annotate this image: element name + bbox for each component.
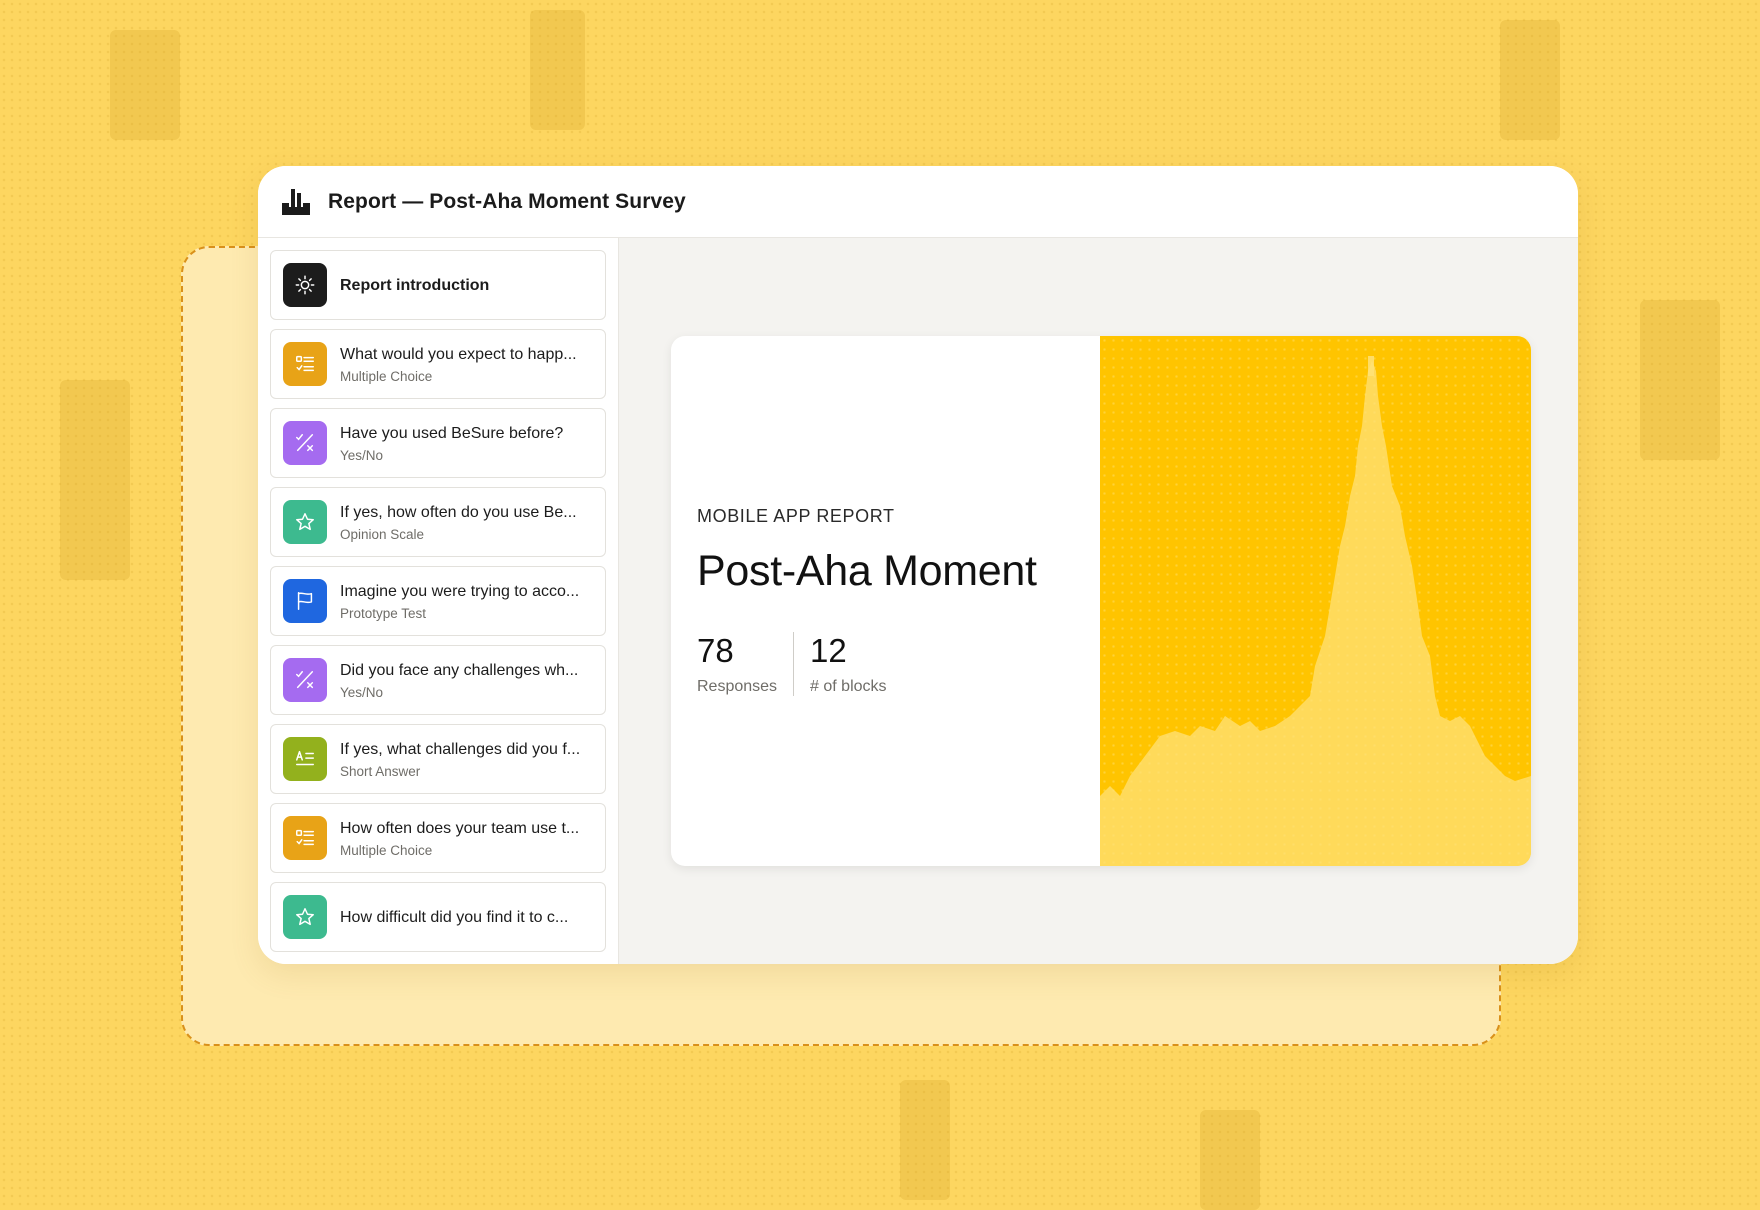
block-title: How difficult did you find it to c... [340,908,569,926]
block-item[interactable]: Imagine you were trying to acco... Proto… [270,566,606,636]
block-item[interactable]: If yes, how often do you use Be... Opini… [270,487,606,557]
block-item[interactable]: What would you expect to happ... Multipl… [270,329,606,399]
block-title: If yes, how often do you use Be... [340,503,577,521]
star-icon [283,500,327,544]
block-type: Short Answer [340,763,421,779]
star-icon [283,895,327,939]
block-item[interactable]: If yes, what challenges did you f... Sho… [270,724,606,794]
report-preview-area: MOBILE APP REPORT Post-Aha Moment 78 Res… [619,238,1578,964]
stat-label: # of blocks [810,678,887,695]
background-shape [900,1080,950,1200]
block-type: Prototype Test [340,605,427,621]
yes-no-icon [283,421,327,465]
block-item[interactable]: How difficult did you find it to c... [270,882,606,952]
block-type: Multiple Choice [340,842,433,858]
block-item[interactable]: Did you face any challenges wh... Yes/No [270,645,606,715]
block-title: If yes, what challenges did you f... [340,740,581,758]
stat-blocks: 12 # of blocks [794,632,886,696]
checklist-icon [283,816,327,860]
background-shape [1200,1110,1260,1210]
yes-no-icon [283,658,327,702]
report-title: Post-Aha Moment [697,547,1037,595]
block-title: How often does your team use t... [340,819,580,837]
report-window: Report — Post-Aha Moment Survey Report i… [258,166,1578,964]
stat-value: 78 [697,632,734,669]
block-title: Have you used BeSure before? [340,424,564,442]
app-logo-icon [282,188,310,215]
background-shape [1500,20,1560,140]
stat-label: Responses [697,678,778,695]
report-eyebrow: MOBILE APP REPORT [697,506,895,526]
block-type: Multiple Choice [340,368,433,384]
block-title: Imagine you were trying to acco... [340,582,580,600]
skyline-illustration [1100,356,1531,866]
block-item-report-introduction[interactable]: Report introduction [270,250,606,320]
block-list-sidebar[interactable]: Report introduction What would you expec… [258,238,619,964]
background-shape [110,30,180,140]
block-title: Did you face any challenges wh... [340,661,579,679]
short-answer-icon [283,737,327,781]
cover-illustration [1100,336,1531,866]
window-title: Report — Post-Aha Moment Survey [328,189,686,213]
sun-icon [283,263,327,307]
stat-responses: 78 Responses [697,632,795,696]
checklist-icon [283,342,327,386]
block-type: Yes/No [340,684,384,700]
flag-icon [283,579,327,623]
background-shape [530,10,585,130]
block-type: Opinion Scale [340,526,425,542]
report-stats: 78 Responses 12 # of blocks [697,632,1074,696]
block-title: Report introduction [340,276,490,294]
stat-value: 12 [810,632,847,669]
title-bar: Report — Post-Aha Moment Survey [258,166,1578,238]
block-item[interactable]: How often does your team use t... Multip… [270,803,606,873]
background-shape [60,380,130,580]
block-type: Yes/No [340,447,384,463]
block-title: What would you expect to happ... [340,345,577,363]
report-cover-card[interactable]: MOBILE APP REPORT Post-Aha Moment 78 Res… [671,336,1531,866]
block-item[interactable]: Have you used BeSure before? Yes/No [270,408,606,478]
background-shape [1640,300,1720,460]
